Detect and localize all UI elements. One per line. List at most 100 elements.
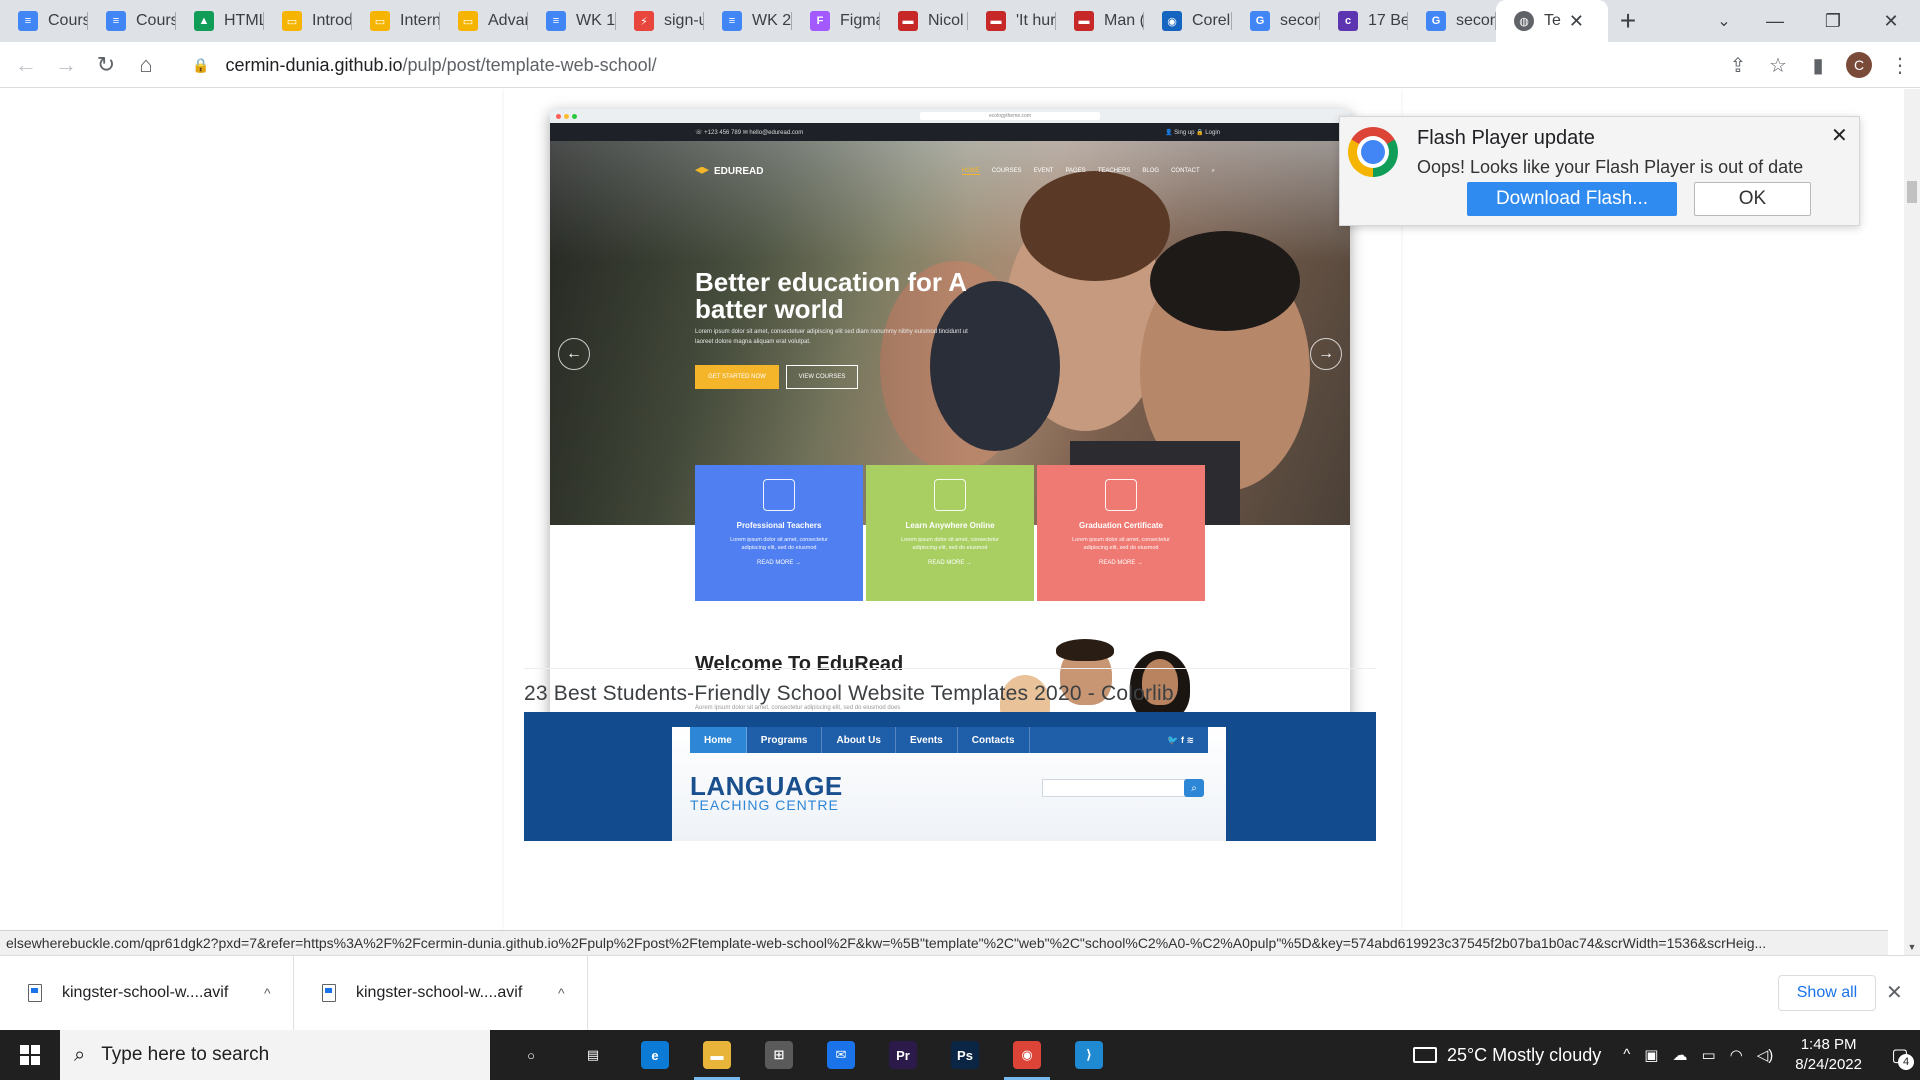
taskbar-search-placeholder: Type here to search <box>101 1044 270 1065</box>
browser-tab[interactable]: ◉ Corel <box>1144 0 1232 42</box>
close-tab-icon[interactable]: ✕ <box>1569 11 1584 32</box>
show-all-downloads-button[interactable]: Show all <box>1778 975 1876 1011</box>
taskbar-app-premiere[interactable]: Pr <box>872 1030 934 1080</box>
minimize-icon[interactable]: — <box>1746 0 1804 42</box>
meet-now-icon[interactable]: ▣ <box>1644 1046 1658 1064</box>
colorlib-icon: c <box>1338 11 1358 31</box>
onedrive-icon[interactable]: ☁ <box>1672 1046 1687 1064</box>
taskbar-clock[interactable]: 1:48 PM 8/24/2022 <box>1795 1035 1862 1075</box>
browser-tab[interactable]: ▭ Intern <box>352 0 440 42</box>
caption-separator <box>524 668 1376 669</box>
flash-update-popup: Flash Player update Oops! Looks like you… <box>1339 116 1860 226</box>
tab-search-icon[interactable]: ⌄ <box>1704 0 1744 42</box>
mock-card-desc: Lorem ipsum dolor sit amet, consectetur … <box>1072 537 1170 551</box>
mock-card-title: Graduation Certificate <box>1078 521 1163 530</box>
download-item[interactable]: kingster-school-w....avif ^ <box>294 955 588 1031</box>
mock-feature-card: Professional Teachers Lorem ipsum dolor s… <box>695 465 863 601</box>
mock-menu-item: HOME <box>961 167 980 175</box>
sign-up-icon: ⚡ <box>634 11 654 31</box>
close-window-icon[interactable]: ✕ <box>1862 0 1920 42</box>
download-filename: kingster-school-w....avif <box>356 984 523 1001</box>
browser-tab[interactable]: Gsecon <box>1232 0 1320 42</box>
widgets-icon: ▤ <box>586 1047 600 1062</box>
start-button[interactable] <box>0 1030 60 1080</box>
taskbar-app-mail[interactable]: ✉ <box>810 1030 872 1080</box>
browser-tab[interactable]: ▬ 'It hur <box>968 0 1056 42</box>
page-scrollbar[interactable]: ▼ <box>1904 89 1920 955</box>
taskbar-app-vscode[interactable]: ⟩ <box>1058 1030 1120 1080</box>
taskbar-app-edge[interactable]: e <box>624 1030 686 1080</box>
wifi-icon[interactable]: ◠ <box>1730 1046 1743 1064</box>
back-icon[interactable]: ← <box>6 45 46 85</box>
download-item[interactable]: kingster-school-w....avif ^ <box>0 955 294 1031</box>
chrome-logo-icon <box>1348 127 1398 177</box>
taskbar-app-file-explorer[interactable]: ▬ <box>686 1030 748 1080</box>
taskbar-app-chrome[interactable]: ◉ <box>996 1030 1058 1080</box>
browser-tab[interactable]: ▭ Introd <box>264 0 352 42</box>
toolbar-actions: ⇪ ☆ ▮ C ⋮ <box>1718 42 1920 88</box>
volume-icon[interactable]: ◁) <box>1757 1046 1774 1064</box>
download-flash-button[interactable]: Download Flash... <box>1467 182 1677 216</box>
bookmark-star-icon[interactable]: ☆ <box>1758 45 1798 85</box>
battery-icon[interactable]: ▭ <box>1701 1046 1715 1064</box>
chevron-up-icon[interactable]: ^ <box>1623 1046 1630 1064</box>
flash-close-icon[interactable]: ✕ <box>1831 123 1848 148</box>
browser-tab[interactable]: ⚡ sign-u <box>616 0 704 42</box>
mock-feature-cards: Professional Teachers Lorem ipsum dolor s… <box>695 465 1205 601</box>
browser-tab-active[interactable]: ◍ Te ✕ <box>1496 0 1608 42</box>
weather-widget[interactable]: 25°C Mostly cloudy <box>1412 1045 1601 1066</box>
taskbar-app-task-view[interactable]: ○ <box>500 1030 562 1080</box>
chevron-up-icon[interactable]: ^ <box>264 985 271 1001</box>
share-icon[interactable]: ⇪ <box>1718 45 1758 85</box>
mock-dot-red <box>556 113 561 119</box>
browser-tab[interactable]: ≡ WK 1 <box>528 0 616 42</box>
taskbar-app-photoshop[interactable]: Ps <box>934 1030 996 1080</box>
close-downloads-icon[interactable]: ✕ <box>1886 980 1903 1005</box>
mock-lead: Lorem ipsum dolor sit amet, consectetuer… <box>695 329 968 345</box>
site-icon: ▬ <box>898 11 918 31</box>
notification-center-icon[interactable]: ▢ 4 <box>1880 1030 1920 1080</box>
browser-tab[interactable]: ≡ Cours <box>0 0 88 42</box>
menu-dots-icon[interactable]: ⋮ <box>1880 45 1920 85</box>
taskbar-app-store[interactable]: ⊞ <box>748 1030 810 1080</box>
article-image-caption[interactable]: 23 Best Students-Friendly School Website… <box>524 682 1174 706</box>
google-docs-icon: ≡ <box>722 11 742 31</box>
profile-avatar[interactable]: C <box>1846 52 1872 78</box>
google-icon: G <box>1426 11 1446 31</box>
home-icon[interactable]: ⌂ <box>126 45 166 85</box>
tab-strip: ≡ Cours ≡ Cours ▲ HTML ▭ Introd ▭ Intern ▭ Advar ≡ WK… <box>0 0 1920 42</box>
browser-tab[interactable]: ▭ Advar <box>440 0 528 42</box>
browser-tab[interactable]: F Figma <box>792 0 880 42</box>
mock-contact: ☏ +123 456 789 ✉ hello@eduread.com <box>695 129 804 136</box>
browser-tab[interactable]: ≡ Cours <box>88 0 176 42</box>
browser-tab[interactable]: ▬ Man ( <box>1056 0 1144 42</box>
lock-icon[interactable]: 🔒 <box>192 57 209 74</box>
scrollbar-thumb[interactable] <box>1907 181 1917 203</box>
address-bar[interactable]: 🔒 cermin-dunia.github.io/pulp/post/templ… <box>178 48 1738 82</box>
forward-icon[interactable]: → <box>46 45 86 85</box>
side-panel-icon[interactable]: ▮ <box>1798 45 1838 85</box>
mock-logo-text: EDUREAD <box>714 165 764 177</box>
downloads-bar: kingster-school-w....avif ^ kingster-sch… <box>0 955 1920 1031</box>
browser-tab[interactable]: c 17 Be <box>1320 0 1408 42</box>
new-tab-icon[interactable]: + <box>1608 0 1648 42</box>
taskbar-search-box[interactable]: ⌕ Type here to search <box>60 1030 490 1080</box>
tab-label: Cours <box>48 12 88 29</box>
eduread-template-image[interactable]: ecologytheme.com ☏ +123 456 789 ✉ hello@… <box>550 109 1350 721</box>
browser-tab[interactable]: ≡ WK 2 <box>704 0 792 42</box>
language-site-search-icon: ⌕ <box>1184 779 1204 797</box>
browser-tab[interactable]: Gsecon <box>1408 0 1496 42</box>
browser-tab[interactable]: ▲ HTML <box>176 0 264 42</box>
restore-icon[interactable]: ❐ <box>1804 0 1862 42</box>
browser-tab[interactable]: ▬ Nicol <box>880 0 968 42</box>
language-center-template-image[interactable]: Home Programs About Us Events Contacts 🐦 f ≋ … <box>524 712 1376 841</box>
flash-ok-button[interactable]: OK <box>1694 182 1811 216</box>
taskbar-app-widgets[interactable]: ▤ <box>562 1030 624 1080</box>
reload-icon[interactable]: ↻ <box>86 45 126 85</box>
google-docs-icon: ≡ <box>106 11 126 31</box>
premiere-icon: Pr <box>889 1041 917 1069</box>
chevron-up-icon[interactable]: ^ <box>558 985 565 1001</box>
scroll-down-icon[interactable]: ▼ <box>1904 939 1920 955</box>
mock-menu-item: PAGES <box>1065 167 1086 174</box>
weather-icon <box>1412 1047 1437 1063</box>
